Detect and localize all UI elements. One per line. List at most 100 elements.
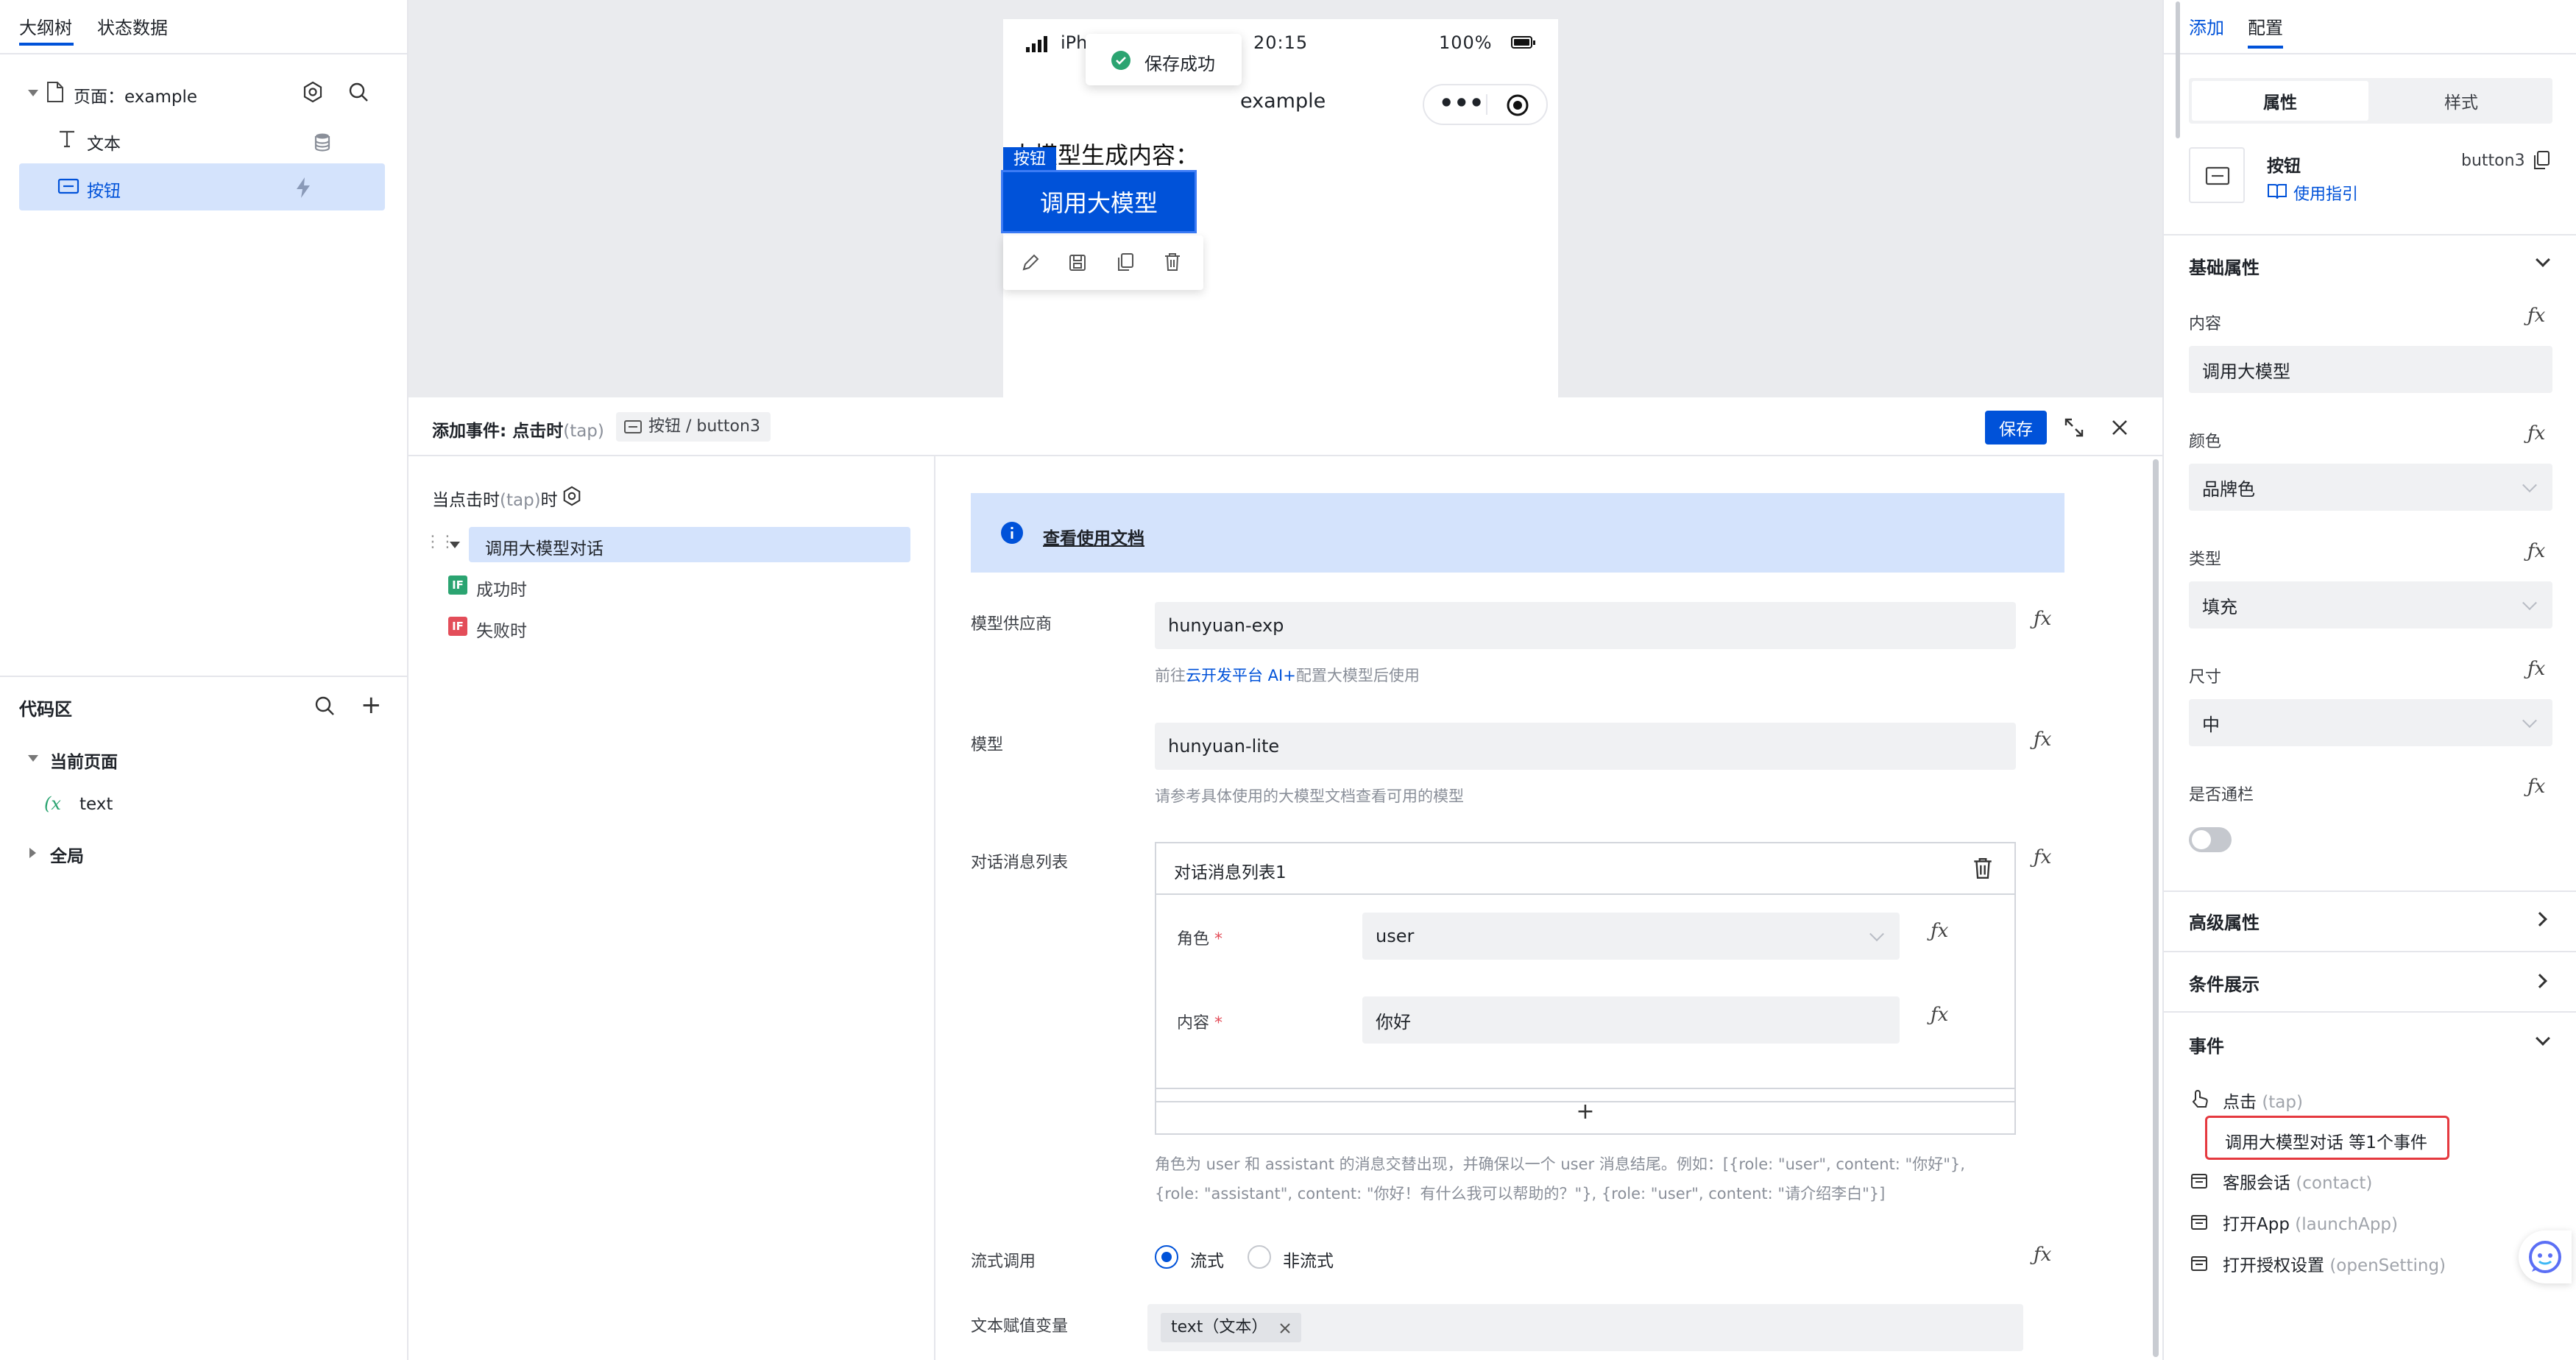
event-row-launchapp[interactable]: 打开App (launchApp) [2189, 1207, 2552, 1236]
delete-icon[interactable] [1972, 857, 1994, 880]
assign-label: 文本赋值变量 [971, 1317, 1069, 1336]
search-icon[interactable] [314, 695, 336, 717]
messages-hint-line1: 角色为 user 和 assistant 的消息交替出现，并确保以一个 user… [1155, 1155, 1965, 1173]
code-group-label: 全局 [50, 847, 84, 866]
event-label: 打开App (launchApp) [2223, 1215, 2398, 1234]
copy-icon[interactable] [2532, 150, 2551, 171]
advanced-props-row[interactable]: 高级属性 [2164, 892, 2576, 951]
prop-label-type: 类型 [2189, 550, 2222, 569]
chevron-down-icon[interactable] [2536, 1031, 2550, 1046]
delete-icon[interactable] [1162, 252, 1183, 272]
variable-tag[interactable]: text（文本） [1161, 1313, 1302, 1342]
event-highlight-box[interactable]: 调用大模型对话 等1个事件 [2205, 1116, 2449, 1160]
content-label: 内容 * [1177, 1014, 1223, 1033]
formula-icon[interactable]: ƒx [2527, 305, 2545, 327]
assistant-fab[interactable] [2519, 1230, 2572, 1283]
action-item-failure[interactable]: IF 失败时 [448, 614, 743, 643]
event-label: 打开授权设置 (openSetting) [2223, 1256, 2446, 1275]
doc-link[interactable]: 查看使用文档 [1043, 524, 1144, 549]
expand-icon[interactable] [2063, 417, 2085, 439]
settings-icon[interactable] [302, 81, 324, 103]
formula-icon[interactable]: ƒx [1931, 920, 1948, 942]
tab-active-underline [19, 43, 74, 46]
edit-icon[interactable] [1021, 253, 1040, 272]
expand-arrow-icon[interactable] [450, 542, 460, 548]
formula-icon[interactable]: ƒx [2034, 1244, 2051, 1266]
content-input[interactable]: 你好 [1362, 996, 1900, 1044]
segment-style[interactable]: 样式 [2373, 81, 2550, 121]
formula-icon[interactable]: ƒx [2034, 729, 2051, 751]
events-title: 事件 [2189, 1036, 2224, 1057]
code-group-current[interactable]: 当前页面 [19, 745, 387, 774]
collapse-arrow-icon[interactable] [29, 848, 36, 858]
component-path: 按钮 / button3 [648, 417, 760, 436]
add-icon[interactable]: + [361, 690, 382, 720]
copy-icon[interactable] [1115, 252, 1136, 272]
action-item-llm[interactable]: 调用大模型对话 [469, 527, 910, 562]
remove-tag-icon[interactable] [1279, 1322, 1291, 1334]
right-scrollbar[interactable] [2176, 1, 2180, 138]
event-row-tap[interactable]: 点击 (tap) [2189, 1085, 2552, 1114]
editor-title: 添加事件: 点击时(tap) [432, 422, 604, 441]
block-toggle[interactable] [2189, 827, 2232, 852]
save-button[interactable]: 保存 [1985, 411, 2047, 445]
prop-select-color[interactable]: 品牌色 [2189, 464, 2552, 511]
formula-icon[interactable]: ƒx [1931, 1004, 1948, 1026]
formula-icon[interactable]: ƒx [2034, 608, 2051, 630]
if-badge: IF [448, 617, 467, 636]
provider-hint: 前往云开发平台 AI+配置大模型后使用 [1155, 667, 1420, 684]
close-icon[interactable] [2110, 418, 2129, 437]
role-select[interactable]: user [1362, 913, 1900, 960]
save-icon[interactable] [1068, 253, 1087, 272]
radio-non-stream[interactable]: 非流式 [1248, 1242, 1365, 1272]
expand-arrow-icon[interactable] [28, 755, 38, 762]
capsule-menu[interactable]: ••• [1423, 84, 1548, 125]
tree-item-label: 文本 [87, 135, 121, 154]
add-message-button[interactable]: + [1155, 1088, 2016, 1135]
prop-input-content[interactable]: 调用大模型 [2189, 346, 2552, 393]
chevron-down-icon [2522, 595, 2537, 611]
segment-props[interactable]: 属性 [2192, 81, 2368, 121]
prop-select-type[interactable]: 填充 [2189, 581, 2552, 628]
prop-select-size[interactable]: 中 [2189, 699, 2552, 746]
usage-guide-link[interactable]: 使用指引 [2293, 181, 2358, 205]
trigger-label: 当点击时(tap)时 [432, 491, 558, 510]
preview-button[interactable]: 调用大模型 [1001, 170, 1197, 233]
tab-outline-tree[interactable]: 大纲树 [19, 13, 72, 39]
formula-icon[interactable]: ƒx [2527, 776, 2545, 798]
stream-label: 流式调用 [971, 1253, 1036, 1271]
code-group-global[interactable]: 全局 [19, 839, 387, 868]
formula-icon[interactable]: ƒx [2527, 540, 2545, 562]
more-icon[interactable]: ••• [1439, 88, 1484, 118]
doc-banner[interactable]: 查看使用文档 [971, 493, 2064, 573]
tab-state-data[interactable]: 状态数据 [97, 13, 168, 39]
formula-icon[interactable]: ƒx [2527, 658, 2545, 680]
close-miniprogram-icon[interactable] [1505, 93, 1530, 118]
search-icon[interactable] [347, 81, 369, 103]
right-panel: 添加 配置 属性 样式 按钮 button3 使用指引 基础属性 内容 ƒx 调… [2164, 0, 2576, 1360]
radio-stream[interactable]: 流式 [1155, 1242, 1243, 1272]
chevron-down-icon[interactable] [2536, 252, 2550, 267]
tab-add[interactable]: 添加 [2189, 13, 2224, 39]
formula-icon[interactable]: ƒx [2527, 422, 2545, 445]
provider-hint-link[interactable]: 云开发平台 AI+ [1186, 667, 1296, 684]
event-row-contact[interactable]: 客服会话 (contact) [2189, 1166, 2552, 1195]
scrollbar[interactable] [2153, 459, 2159, 1357]
tab-config[interactable]: 配置 [2248, 13, 2283, 39]
action-item-success[interactable]: IF 成功时 [448, 573, 743, 602]
tree-page-row[interactable]: 页面：example [19, 77, 387, 109]
assign-select[interactable]: text（文本） [1147, 1304, 2023, 1351]
expand-arrow-icon[interactable] [28, 90, 38, 96]
conditional-row[interactable]: 条件展示 [2164, 952, 2576, 1011]
event-row-opensetting[interactable]: 打开授权设置 (openSetting) [2189, 1248, 2552, 1278]
formula-icon[interactable]: ƒx [2034, 846, 2051, 868]
provider-input[interactable]: hunyuan-exp [1155, 602, 2016, 649]
battery-icon [1511, 36, 1535, 49]
settings-icon[interactable] [562, 486, 582, 506]
tree-item-text[interactable]: 文本 [19, 121, 387, 159]
code-item-text[interactable]: (x text [19, 792, 387, 821]
tree-item-button[interactable]: 按钮 [19, 163, 385, 210]
model-hint: 请参考具体使用的大模型文档查看可用的模型 [1155, 787, 1464, 805]
component-id: button3 [2461, 152, 2525, 170]
model-input[interactable]: hunyuan-lite [1155, 723, 2016, 770]
